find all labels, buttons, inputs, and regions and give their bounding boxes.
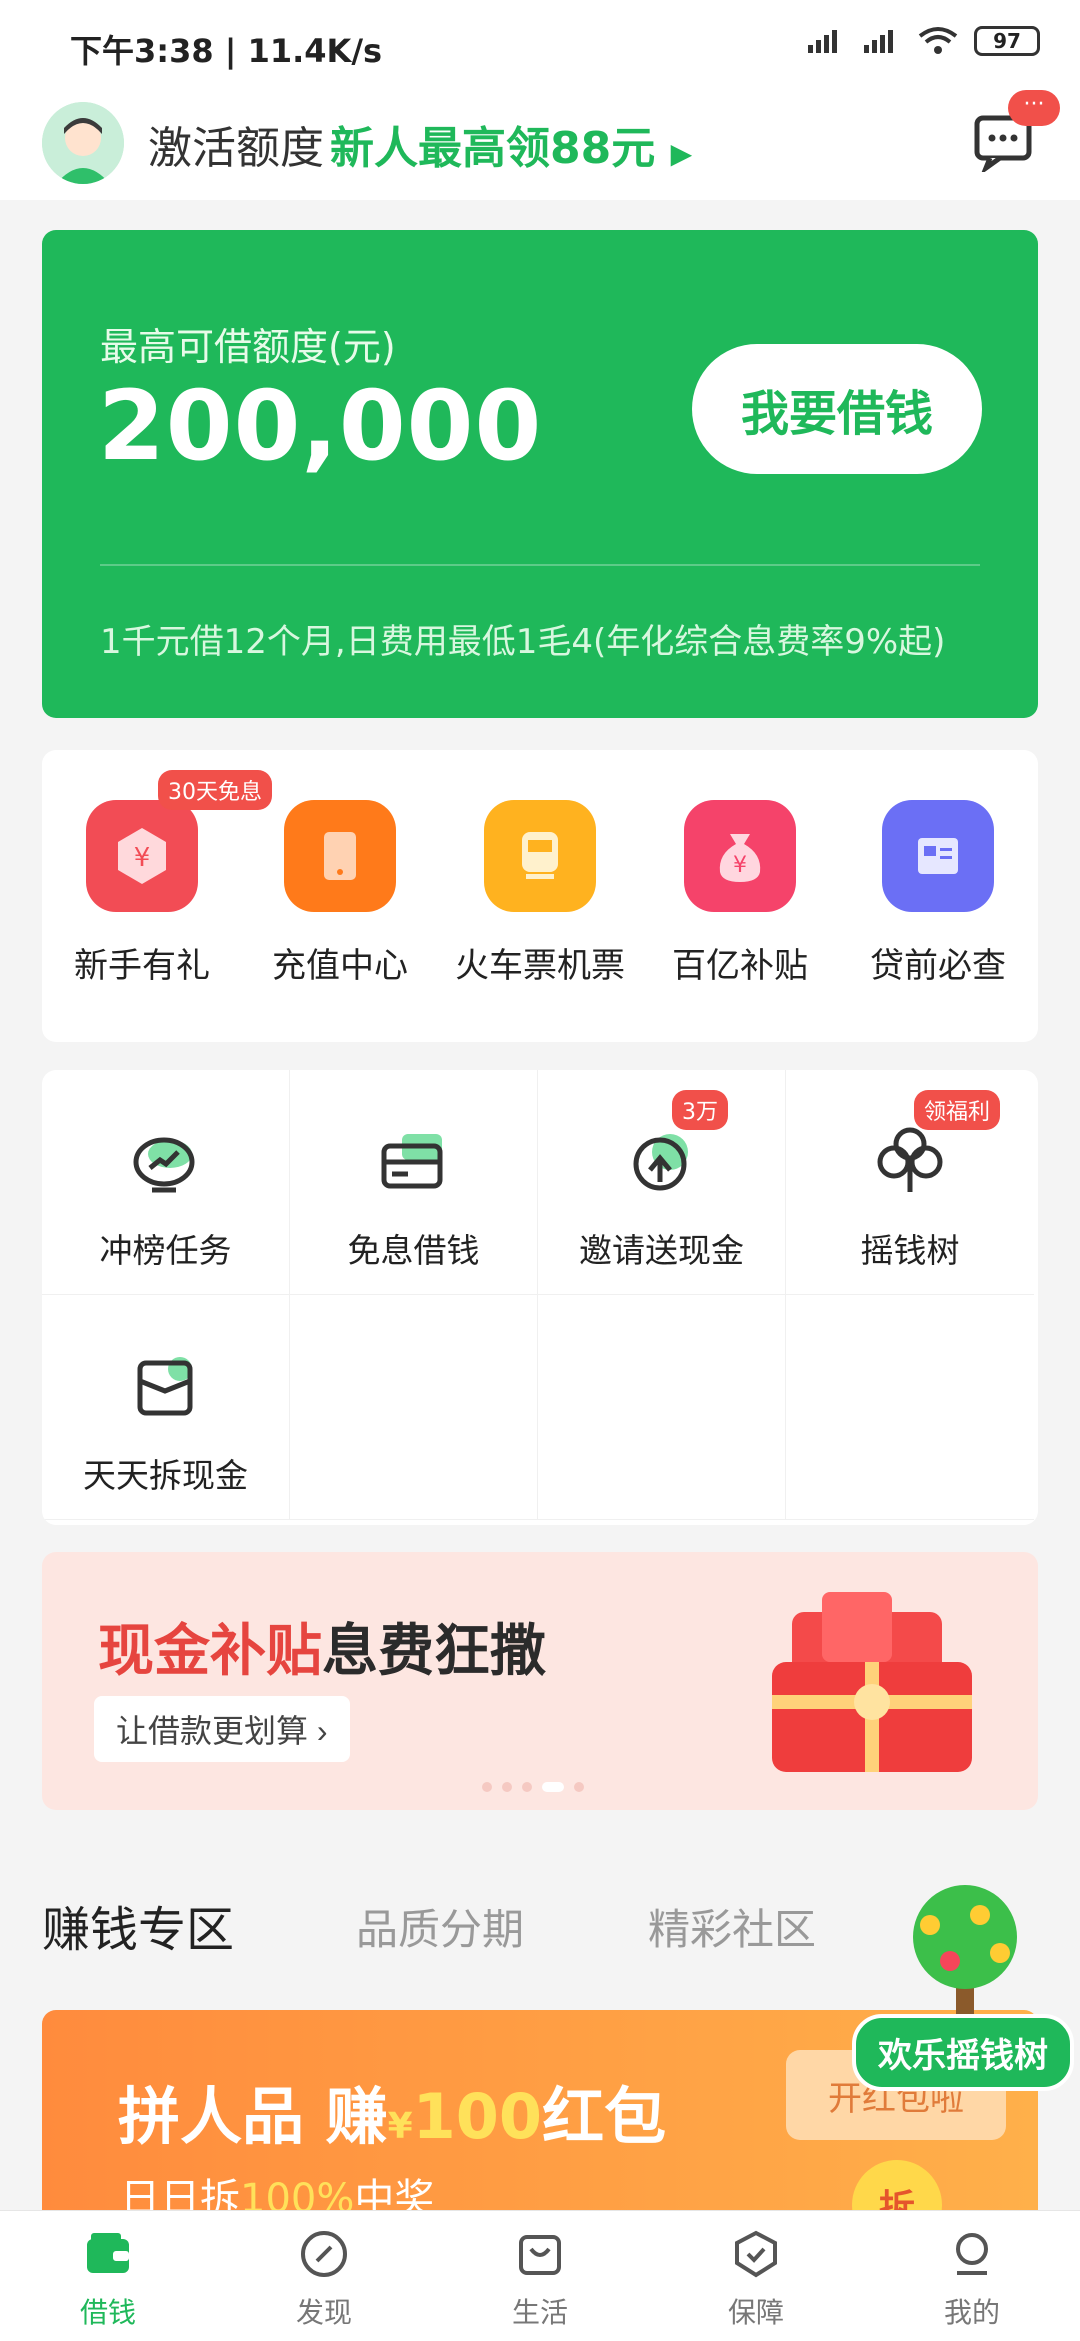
document-icon <box>882 800 994 912</box>
feature-label: 天天拆现金 <box>83 1456 248 1495</box>
triangle-right-icon: ▶ <box>670 137 693 170</box>
activate-credit-label[interactable]: 激活额度 <box>148 112 324 176</box>
newcomer-promo-text: 新人最高领88元 <box>330 123 656 174</box>
quick-link-credit-check[interactable]: 贷前必查 <box>848 800 1028 987</box>
feature-label: 邀请送现金 <box>579 1231 744 1270</box>
bag-icon <box>519 2235 561 2275</box>
carousel-dot <box>522 1782 532 1792</box>
header: 激活额度 新人最高领88元 ▶ ··· <box>0 90 1080 200</box>
banner-title: 现金补贴息费狂撒 <box>98 1606 546 1687</box>
nav-discover[interactable]: 发现 <box>254 2229 394 2331</box>
train-icon <box>484 800 596 912</box>
quick-link-label: 火车票机票 <box>455 946 625 986</box>
loan-divider <box>100 564 980 566</box>
card-icon <box>381 1134 442 1189</box>
trend-chart-icon <box>133 1137 194 1193</box>
nav-label: 生活 <box>511 2296 568 2329</box>
carousel-dot <box>502 1782 512 1792</box>
loan-rate-note: 1千元借12个月,日费用最低1毛4(年化综合息费率9%起) <box>100 622 946 662</box>
carousel-dot <box>482 1782 492 1792</box>
red-packet-icon <box>137 1357 192 1416</box>
welfare-tag: 领福利 <box>914 1090 1001 1130</box>
red-envelope-gift-icon <box>772 1592 972 1772</box>
money-tree-icon[interactable] <box>870 1875 1060 2025</box>
money-bag-icon: ¥ <box>684 800 796 912</box>
signal-icon <box>808 30 837 53</box>
signal-hd-icon <box>864 30 893 53</box>
feature-empty-cell <box>786 1295 1034 1520</box>
cash-amount-tag: 3万 <box>672 1090 728 1130</box>
money-tree-label[interactable]: 欢乐摇钱树 <box>852 2014 1074 2091</box>
tab-community[interactable]: 精彩社区 <box>648 1896 816 1957</box>
svg-text:¥: ¥ <box>733 853 747 878</box>
person-icon <box>956 2233 988 2275</box>
nav-label: 借钱 <box>79 2296 136 2329</box>
quick-link-recharge[interactable]: 充值中心 <box>250 800 430 987</box>
wallet-icon <box>87 2233 129 2273</box>
quick-link-label: 新手有礼 <box>74 946 210 986</box>
newcomer-promo-link[interactable]: 新人最高领88元 ▶ <box>330 112 692 176</box>
nav-label: 我的 <box>943 2296 1000 2329</box>
promo-amount: 100 <box>412 2080 543 2153</box>
promo-title-text: 拼人品 赚 <box>118 2080 388 2153</box>
feature-invite-cash[interactable]: 邀请送现金 3万 <box>538 1070 786 1295</box>
borrow-button[interactable]: 我要借钱 <box>692 344 982 474</box>
feature-label: 免息借钱 <box>347 1231 480 1270</box>
message-badge: ··· <box>1008 90 1060 126</box>
carousel-dot-active <box>542 1782 564 1792</box>
quick-link-subsidy[interactable]: ¥ 百亿补贴 <box>650 800 830 987</box>
nav-label: 发现 <box>295 2296 352 2329</box>
tab-quality-installment[interactable]: 品质分期 <box>356 1896 524 1957</box>
battery-icon: 97 <box>974 26 1040 56</box>
quick-link-newbie-gift[interactable]: ¥ 新手有礼 30天免息 <box>52 770 272 987</box>
loan-amount: 200,000 <box>98 370 543 482</box>
status-icons: 97 <box>806 26 1040 56</box>
quick-links-card: ¥ 新手有礼 30天免息 充值中心 火车票机票 ¥ 百亿补贴 贷前必查 <box>42 750 1038 1042</box>
feature-label: 摇钱树 <box>860 1231 960 1270</box>
gift-icon: ¥ <box>86 800 198 912</box>
quick-link-tickets[interactable]: 火车票机票 <box>450 800 630 987</box>
carousel-indicator <box>482 1782 584 1792</box>
avatar[interactable] <box>42 102 124 184</box>
banner-title-highlight: 现金补贴 <box>98 1619 322 1684</box>
carousel-dot <box>574 1782 584 1792</box>
feature-money-tree[interactable]: 摇钱树 领福利 <box>786 1070 1034 1295</box>
avatar-icon <box>42 102 124 184</box>
bottom-navigation: 借钱 发现 生活 保障 我的 <box>0 2210 1080 2341</box>
banner-cta-button[interactable]: 让借款更划算 › <box>94 1696 350 1762</box>
quick-link-label: 充值中心 <box>272 946 408 986</box>
banner-title-rest: 息费狂撒 <box>322 1619 546 1684</box>
loan-limit-label: 最高可借额度(元) <box>100 325 396 369</box>
promo-title-suffix: 红包 <box>542 2080 667 2153</box>
quick-link-label: 百亿补贴 <box>672 946 808 986</box>
compass-icon <box>301 2231 347 2277</box>
status-time: 下午3:38 | 11.4K/s <box>70 32 383 70</box>
shield-icon <box>735 2230 777 2278</box>
features-card: 冲榜任务 免息借钱 邀请送现金 3万 摇钱树 领福利 天天拆现金 <box>42 1070 1038 1525</box>
nav-label: 保障 <box>727 2296 784 2329</box>
feature-rank-task[interactable]: 冲榜任务 <box>42 1070 290 1295</box>
promo-currency: ¥ <box>387 2106 413 2147</box>
feature-empty-cell <box>290 1295 538 1520</box>
loan-card: 最高可借额度(元) 200,000 我要借钱 1千元借12个月,日费用最低1毛4… <box>42 230 1038 718</box>
feature-interest-free-loan[interactable]: 免息借钱 <box>290 1070 538 1295</box>
invite-icon <box>633 1134 688 1191</box>
status-bar: 下午3:38 | 11.4K/s 97 <box>0 0 1080 90</box>
nav-borrow[interactable]: 借钱 <box>38 2229 178 2331</box>
nav-mine[interactable]: 我的 <box>902 2229 1042 2331</box>
wifi-icon <box>918 27 958 54</box>
feature-empty-cell <box>538 1295 786 1520</box>
cash-subsidy-banner[interactable]: 现金补贴息费狂撒 让借款更划算 › <box>42 1552 1038 1810</box>
phone-icon <box>284 800 396 912</box>
tab-earn-money[interactable]: 赚钱专区 <box>42 1890 234 1960</box>
nav-life[interactable]: 生活 <box>470 2229 610 2331</box>
nav-protection[interactable]: 保障 <box>686 2229 826 2331</box>
feature-daily-cash[interactable]: 天天拆现金 <box>42 1295 290 1520</box>
svg-text:¥: ¥ <box>134 843 151 873</box>
quick-link-label: 贷前必查 <box>870 946 1006 986</box>
tree-icon <box>877 1127 943 1192</box>
promo-title: 拼人品 赚¥100红包 <box>118 2066 666 2156</box>
feature-label: 冲榜任务 <box>99 1231 232 1270</box>
